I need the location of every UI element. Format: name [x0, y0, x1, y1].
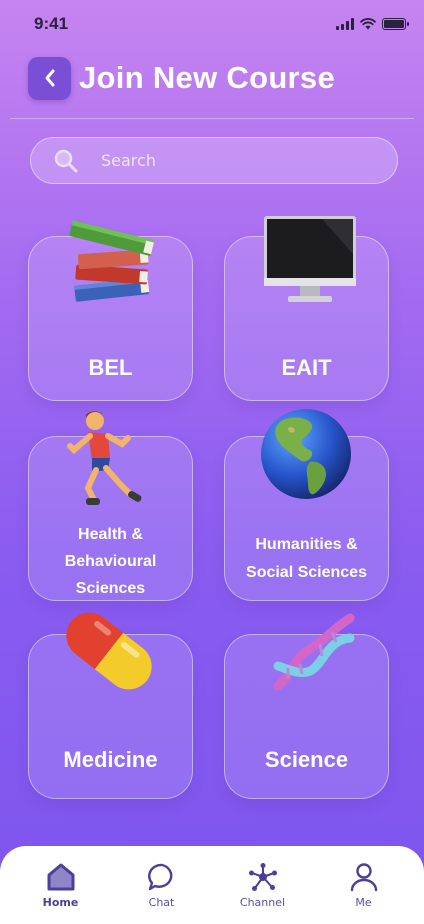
search-bar[interactable]	[30, 137, 398, 184]
nav-item-chat[interactable]: Chat	[117, 862, 207, 909]
dna-icon	[273, 613, 355, 691]
back-button[interactable]	[28, 56, 71, 100]
search-input[interactable]	[101, 151, 361, 170]
header: Join New Course	[28, 56, 404, 100]
course-label: Science	[264, 747, 349, 772]
status-bar: 9:41	[0, 0, 424, 48]
running-person-icon	[67, 411, 142, 505]
wifi-icon	[360, 18, 376, 30]
course-label: BEL	[88, 355, 133, 380]
cellular-signal-icon	[336, 18, 354, 30]
nav-item-home[interactable]: Home	[16, 862, 106, 909]
header-divider	[10, 118, 414, 119]
desktop-computer-icon	[264, 216, 356, 302]
nav-label-me: Me	[355, 896, 372, 909]
user-icon	[350, 863, 377, 892]
course-label: EAIT	[281, 355, 332, 380]
course-label: Humanities & Social Sciences	[246, 536, 367, 581]
status-icons	[336, 18, 409, 30]
course-label: Medicine	[63, 747, 158, 772]
nav-label-home: Home	[42, 896, 79, 909]
home-icon	[47, 863, 74, 891]
status-time: 9:41	[34, 14, 69, 33]
pill-icon	[66, 612, 152, 690]
nav-label-channel: Channel	[239, 896, 286, 909]
bottom-nav: Home Chat Channel Me	[0, 846, 424, 924]
page-title: Join New Course	[79, 60, 335, 95]
nav-item-me[interactable]: Me	[319, 862, 409, 909]
nav-item-channel[interactable]: Channel	[218, 862, 308, 909]
nav-label-chat: Chat	[148, 896, 175, 909]
battery-icon	[382, 18, 409, 30]
chat-bubble-icon	[147, 863, 172, 891]
course-label: Health & Behavioural Sciences	[64, 526, 157, 597]
search-icon	[54, 149, 78, 172]
globe-americas-icon	[261, 409, 351, 499]
network-icon	[248, 863, 277, 891]
books-icon	[69, 220, 155, 302]
chevron-left-icon	[45, 69, 54, 87]
